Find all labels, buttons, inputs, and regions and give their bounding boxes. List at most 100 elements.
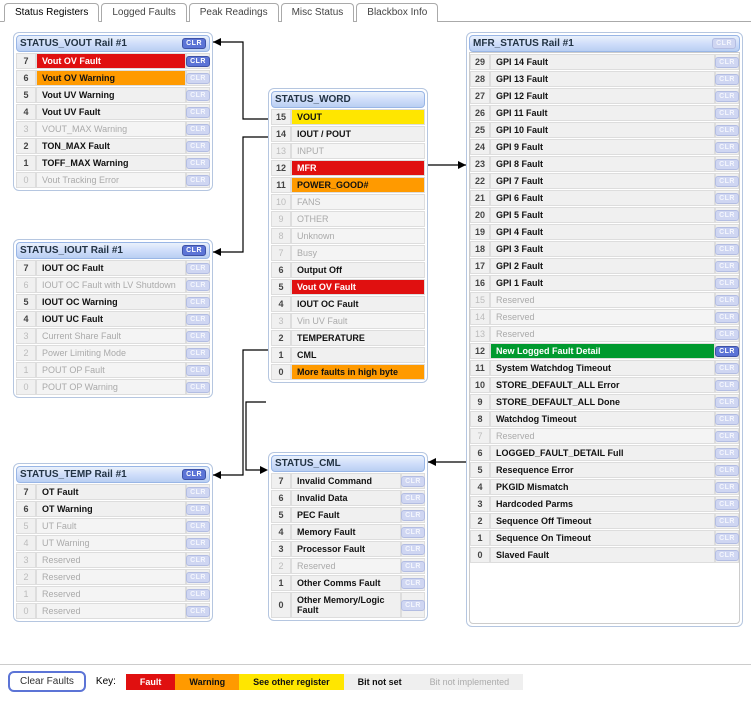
bit-label: Vout OV Warning: [36, 70, 186, 86]
bit-label: Vout Tracking Error: [36, 172, 186, 188]
clr-button[interactable]: CLR: [715, 465, 739, 476]
bit-label: MFR: [291, 160, 425, 176]
tab-misc-status[interactable]: Misc Status: [281, 3, 355, 22]
bit-row: 4IOUT UC FaultCLR: [16, 311, 210, 327]
clr-button[interactable]: CLR: [182, 469, 206, 480]
panel-title: STATUS_WORD: [275, 94, 351, 105]
clr-button[interactable]: CLR: [186, 504, 210, 515]
clr-button[interactable]: CLR: [715, 176, 739, 187]
tab-status-registers[interactable]: Status Registers: [4, 3, 99, 22]
bit-number: 4: [16, 535, 36, 551]
clr-button[interactable]: CLR: [715, 193, 739, 204]
tab-logged-faults[interactable]: Logged Faults: [101, 3, 186, 22]
clr-button[interactable]: CLR: [715, 363, 739, 374]
clr-button[interactable]: CLR: [715, 380, 739, 391]
clr-button[interactable]: CLR: [186, 124, 210, 135]
clr-button[interactable]: CLR: [715, 431, 739, 442]
clr-button[interactable]: CLR: [715, 210, 739, 221]
bit-label: OT Fault: [36, 484, 186, 500]
panel-status-word: STATUS_WORD15VOUT14IOUT / POUT13INPUT12M…: [268, 88, 428, 383]
bit-clr-cell: CLR: [715, 462, 739, 478]
bit-clr-cell: CLR: [186, 484, 210, 500]
clr-button[interactable]: CLR: [401, 493, 425, 504]
clr-button[interactable]: CLR: [186, 141, 210, 152]
bit-number: 2: [271, 558, 291, 574]
clr-button[interactable]: CLR: [712, 38, 736, 49]
clr-button[interactable]: CLR: [715, 533, 739, 544]
clr-button[interactable]: CLR: [186, 365, 210, 376]
clr-button[interactable]: CLR: [182, 38, 206, 49]
clr-button[interactable]: CLR: [186, 158, 210, 169]
clr-button[interactable]: CLR: [401, 561, 425, 572]
clr-button[interactable]: CLR: [715, 499, 739, 510]
bit-number: 0: [271, 592, 291, 618]
clr-button[interactable]: CLR: [186, 56, 210, 67]
clr-button[interactable]: CLR: [186, 589, 210, 600]
bit-label: POUT OP Fault: [36, 362, 186, 378]
panel-mfr-status: MFR_STATUS Rail #1CLR 29GPI 14 FaultCLR2…: [466, 32, 743, 627]
clr-button[interactable]: CLR: [715, 142, 739, 153]
bit-label: GPI 11 Fault: [490, 105, 715, 121]
panel-title: STATUS_CML: [275, 458, 341, 469]
clr-button[interactable]: CLR: [186, 538, 210, 549]
clr-button[interactable]: CLR: [186, 487, 210, 498]
clr-button[interactable]: CLR: [401, 510, 425, 521]
clr-button[interactable]: CLR: [715, 295, 739, 306]
clr-button[interactable]: CLR: [715, 482, 739, 493]
tab-peak-readings[interactable]: Peak Readings: [189, 3, 279, 22]
clr-button[interactable]: CLR: [715, 159, 739, 170]
clr-button[interactable]: CLR: [186, 314, 210, 325]
clr-button[interactable]: CLR: [186, 107, 210, 118]
clr-button[interactable]: CLR: [401, 476, 425, 487]
clr-button[interactable]: CLR: [715, 74, 739, 85]
bit-label: Processor Fault: [291, 541, 401, 557]
clr-button[interactable]: CLR: [186, 73, 210, 84]
clr-button[interactable]: CLR: [401, 600, 425, 611]
clr-button[interactable]: CLR: [401, 544, 425, 555]
clr-button[interactable]: CLR: [715, 329, 739, 340]
clr-button[interactable]: CLR: [715, 125, 739, 136]
clear-faults-button[interactable]: Clear Faults: [8, 671, 86, 692]
clr-button[interactable]: CLR: [401, 578, 425, 589]
clr-button[interactable]: CLR: [715, 550, 739, 561]
bit-number: 8: [470, 411, 490, 427]
clr-button[interactable]: CLR: [715, 448, 739, 459]
bit-clr-cell: CLR: [715, 411, 739, 427]
clr-button[interactable]: CLR: [715, 227, 739, 238]
clr-button[interactable]: CLR: [715, 244, 739, 255]
clr-button[interactable]: CLR: [715, 414, 739, 425]
bit-row: 26GPI 11 FaultCLR: [470, 105, 739, 121]
clr-button[interactable]: CLR: [186, 521, 210, 532]
clr-button[interactable]: CLR: [401, 527, 425, 538]
clr-button[interactable]: CLR: [715, 397, 739, 408]
clr-button[interactable]: CLR: [186, 555, 210, 566]
clr-button[interactable]: CLR: [186, 348, 210, 359]
bit-clr-cell: CLR: [715, 105, 739, 121]
tab-blackbox-info[interactable]: Blackbox Info: [356, 3, 438, 22]
clr-button[interactable]: CLR: [715, 91, 739, 102]
mfr-scroll-region[interactable]: 29GPI 14 FaultCLR28GPI 13 FaultCLR27GPI …: [469, 52, 740, 624]
clr-button[interactable]: CLR: [186, 263, 210, 274]
bit-label: Vout UV Warning: [36, 87, 186, 103]
clr-button[interactable]: CLR: [186, 572, 210, 583]
bit-clr-cell: CLR: [715, 445, 739, 461]
clr-button[interactable]: CLR: [715, 312, 739, 323]
clr-button[interactable]: CLR: [186, 297, 210, 308]
clr-button[interactable]: CLR: [715, 278, 739, 289]
clr-button[interactable]: CLR: [182, 245, 206, 256]
bit-clr-cell: CLR: [186, 345, 210, 361]
clr-button[interactable]: CLR: [186, 382, 210, 393]
clr-button[interactable]: CLR: [715, 346, 739, 357]
clr-button[interactable]: CLR: [186, 175, 210, 186]
clr-button[interactable]: CLR: [715, 516, 739, 527]
bit-clr-cell: CLR: [715, 173, 739, 189]
clr-button[interactable]: CLR: [715, 261, 739, 272]
clr-button[interactable]: CLR: [186, 280, 210, 291]
clr-button[interactable]: CLR: [186, 331, 210, 342]
clr-button[interactable]: CLR: [186, 90, 210, 101]
clr-button[interactable]: CLR: [186, 606, 210, 617]
bit-row: 2ReservedCLR: [16, 569, 210, 585]
bit-clr-cell: CLR: [186, 362, 210, 378]
clr-button[interactable]: CLR: [715, 108, 739, 119]
clr-button[interactable]: CLR: [715, 57, 739, 68]
